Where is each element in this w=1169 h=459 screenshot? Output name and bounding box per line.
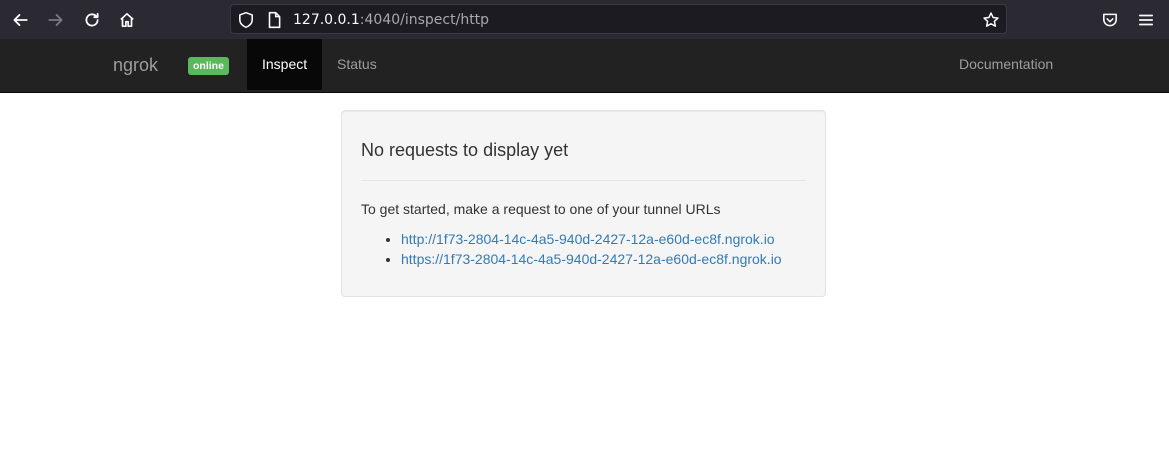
back-arrow-icon — [13, 14, 28, 26]
documentation-link[interactable]: Documentation — [944, 39, 1068, 90]
ngrok-navbar: ngrok online Inspect Status Documentatio… — [0, 39, 1169, 93]
hamburger-menu-icon — [1138, 14, 1154, 26]
shield-icon[interactable] — [237, 11, 255, 29]
home-icon — [120, 12, 134, 28]
page-info-icon[interactable] — [265, 11, 283, 29]
pocket-icon — [1103, 13, 1117, 27]
list-item: https://1f73-2804-14c-4a5-940d-2427-12a-… — [401, 249, 782, 269]
bookmark-star-icon[interactable] — [982, 11, 1000, 29]
url-text[interactable]: 127.0.0.1:4040/inspect/http — [293, 12, 489, 28]
browser-toolbar: 127.0.0.1:4040/inspect/http — [0, 0, 1169, 39]
tab-status[interactable]: Status — [322, 39, 392, 90]
divider — [361, 180, 806, 181]
tunnel-url-http-link[interactable]: http://1f73-2804-14c-4a5-940d-2427-12a-e… — [401, 231, 775, 247]
pocket-button[interactable] — [1097, 7, 1123, 33]
brand-logo[interactable]: ngrok — [113, 55, 158, 75]
tab-inspect[interactable]: Inspect — [247, 39, 323, 90]
panel-title: No requests to display yet — [361, 140, 569, 160]
address-bar[interactable]: 127.0.0.1:4040/inspect/http — [230, 4, 1007, 34]
home-button[interactable] — [114, 7, 140, 33]
back-button[interactable] — [7, 7, 33, 33]
status-badge: online — [188, 57, 229, 75]
tunnel-url-https-link[interactable]: https://1f73-2804-14c-4a5-940d-2427-12a-… — [401, 251, 782, 267]
panel-instructions: To get started, make a request to one of… — [361, 201, 721, 217]
empty-requests-panel: No requests to display yet To get starte… — [341, 110, 826, 297]
url-host: 127.0.0.1 — [293, 12, 360, 28]
reload-icon — [85, 12, 99, 27]
forward-button[interactable] — [43, 7, 69, 33]
tunnel-url-list: http://1f73-2804-14c-4a5-940d-2427-12a-e… — [361, 229, 782, 269]
menu-button[interactable] — [1133, 7, 1159, 33]
url-path: :4040/inspect/http — [359, 12, 490, 28]
list-item: http://1f73-2804-14c-4a5-940d-2427-12a-e… — [401, 229, 782, 249]
reload-button[interactable] — [79, 7, 105, 33]
forward-arrow-icon — [48, 14, 63, 26]
